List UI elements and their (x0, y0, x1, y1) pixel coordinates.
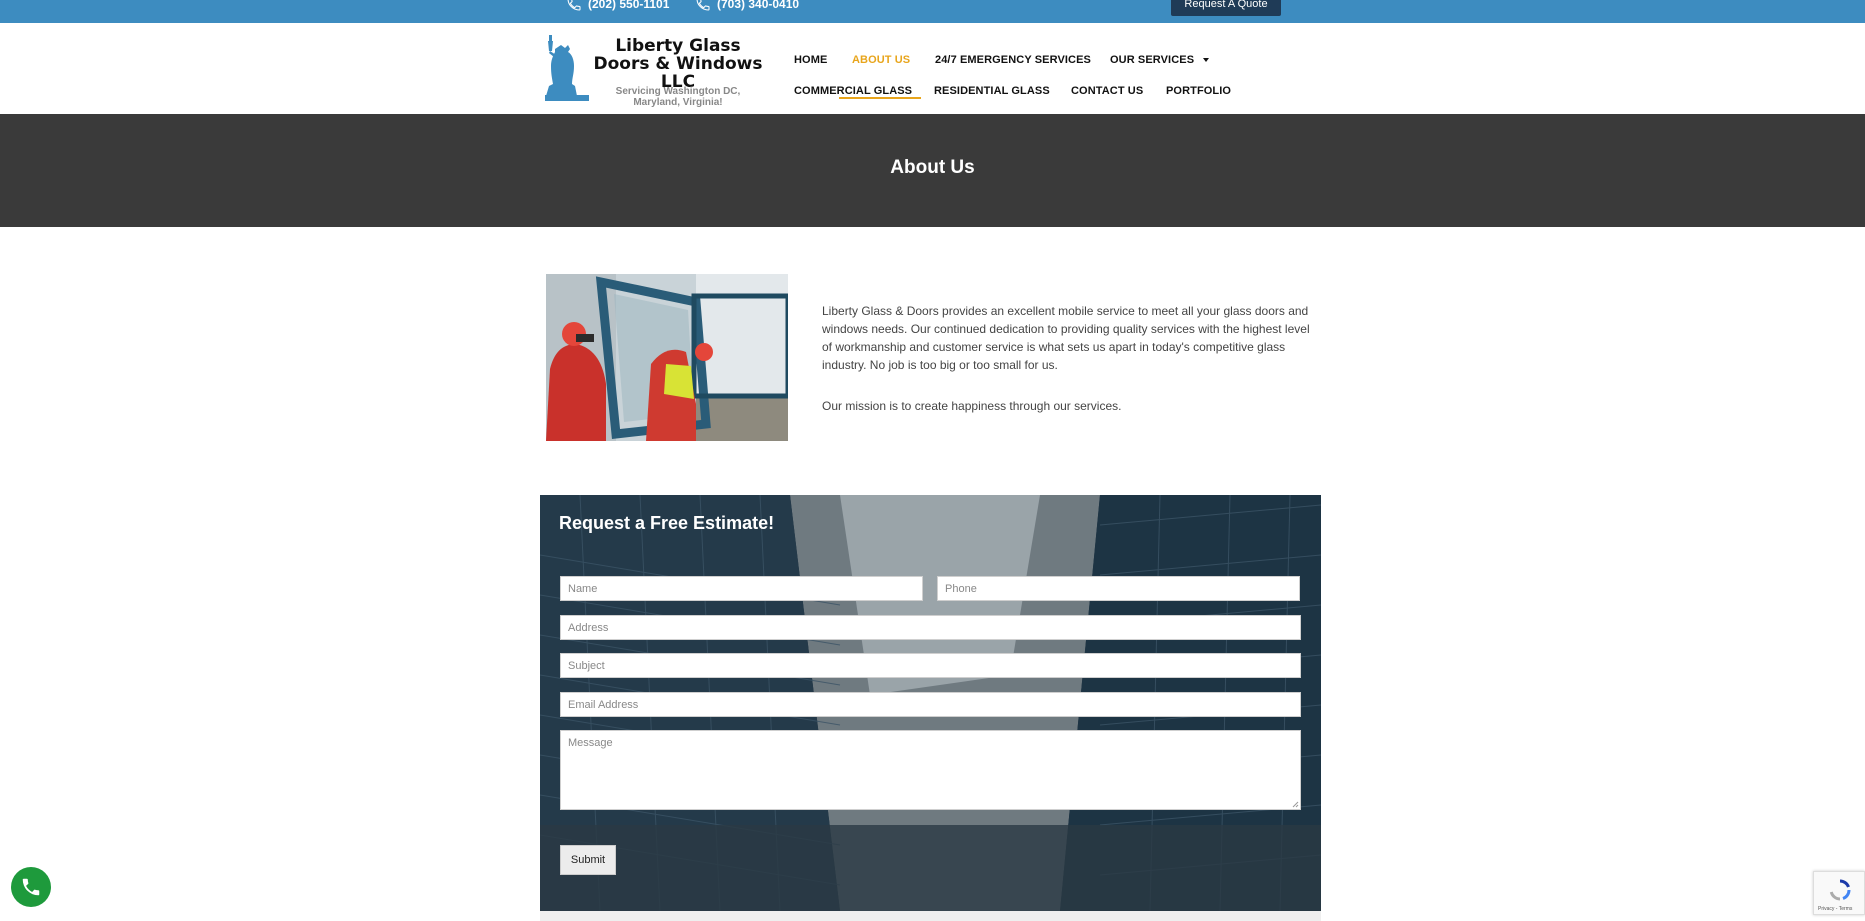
phone-icon (22, 878, 40, 896)
phone-placeholder: Phone (945, 582, 977, 595)
email-input[interactable]: Email Address (560, 692, 1301, 717)
name-placeholder: Name (568, 582, 598, 595)
nav-home[interactable]: HOME (794, 54, 827, 66)
phone-input[interactable]: Phone (937, 576, 1300, 601)
email-placeholder: Email Address (568, 698, 639, 711)
phone-link-1[interactable]: (202) 550-1101 (566, 0, 669, 12)
recaptcha-links[interactable]: Privacy - Terms (1818, 906, 1852, 912)
page-title: About Us (890, 157, 975, 178)
nav-emergency-services[interactable]: 24/7 EMERGENCY SERVICES (935, 54, 1091, 66)
nav-portfolio[interactable]: PORTFOLIO (1166, 85, 1231, 97)
phone-icon (696, 0, 710, 11)
subject-placeholder: Subject (568, 659, 605, 672)
nav-active-underline (839, 97, 921, 99)
top-bar: (202) 550-1101 (703) 340-0410 Request A … (0, 0, 1865, 23)
phone-link-2[interactable]: (703) 340-0410 (695, 0, 799, 12)
message-placeholder: Message (568, 737, 613, 749)
site-logo[interactable]: Liberty Glass Doors & Windows LLC Servic… (543, 33, 763, 108)
submit-button[interactable]: Submit (560, 845, 616, 875)
floating-call-button[interactable] (11, 867, 51, 907)
company-name: Liberty Glass Doors & Windows LLC (593, 36, 763, 92)
page-banner: About Us (0, 114, 1865, 227)
subject-input[interactable]: Subject (560, 653, 1301, 678)
name-input[interactable]: Name (560, 576, 923, 601)
message-textarea[interactable]: Message (560, 730, 1301, 810)
site-header: Liberty Glass Doors & Windows LLC Servic… (0, 23, 1865, 114)
phone-number-1: (202) 550-1101 (588, 0, 670, 11)
section-divider (540, 911, 1321, 921)
about-description: Liberty Glass & Doors provides an excell… (822, 302, 1318, 415)
about-mission-paragraph: Our mission is to create happiness throu… (822, 399, 1122, 413)
chevron-down-icon (1203, 58, 1210, 63)
company-tagline: Servicing Washington DC, Maryland, Virgi… (615, 86, 741, 108)
free-estimate-form: Request a Free Estimate! Name Phone Addr… (540, 495, 1321, 911)
nav-about-us[interactable]: ABOUT US (852, 54, 910, 66)
phone-icon (567, 0, 581, 11)
nav-our-services[interactable]: OUR SERVICES (1110, 54, 1210, 66)
workers-installing-window-image (546, 274, 788, 441)
statue-of-liberty-icon (545, 35, 589, 101)
nav-commercial-glass[interactable]: COMMERCIAL GLASS (794, 85, 912, 97)
resize-handle-icon[interactable] (1292, 801, 1299, 808)
recaptcha-badge[interactable]: Privacy - Terms (1813, 871, 1865, 915)
address-input[interactable]: Address (560, 615, 1301, 640)
nav-contact-us[interactable]: CONTACT US (1071, 85, 1143, 97)
about-paragraph-1: Liberty Glass & Doors provides an excell… (822, 304, 1310, 372)
estimate-form-title: Request a Free Estimate! (559, 513, 775, 533)
address-placeholder: Address (568, 621, 609, 634)
request-quote-button[interactable]: Request A Quote (1171, 0, 1281, 16)
nav-residential-glass[interactable]: RESIDENTIAL GLASS (934, 85, 1050, 97)
phone-number-2: (703) 340-0410 (717, 0, 800, 11)
recaptcha-icon (1829, 879, 1851, 901)
nav-our-services-label: OUR SERVICES (1110, 54, 1195, 66)
